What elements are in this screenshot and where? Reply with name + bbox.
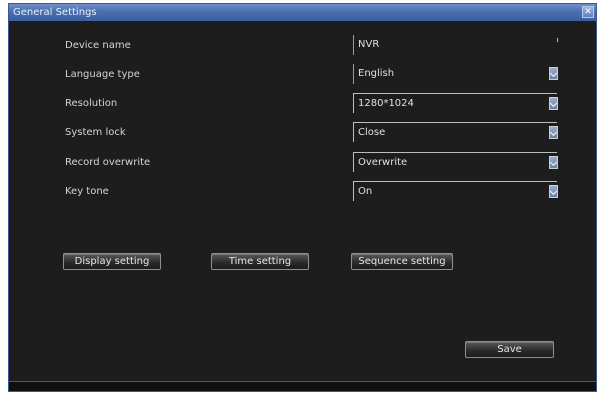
resolution-value: 1280*1024: [358, 98, 414, 109]
title-bar[interactable]: General Settings ✕: [9, 4, 596, 21]
resolution-label: Resolution: [65, 98, 118, 109]
system-lock-label: System lock: [65, 127, 126, 138]
device-name-label: Device name: [65, 40, 131, 51]
record-overwrite-value: Overwrite: [358, 157, 408, 168]
field-edge-mark: [557, 38, 558, 42]
time-setting-button[interactable]: Time setting: [211, 253, 309, 270]
save-button[interactable]: Save: [465, 341, 554, 358]
device-name-value: NVR: [358, 39, 380, 50]
chevron-down-icon[interactable]: [549, 67, 558, 80]
record-overwrite-select[interactable]: Overwrite: [353, 152, 558, 172]
general-settings-window: General Settings ✕ Device name NVR Langu…: [8, 3, 597, 392]
key-tone-value: On: [358, 186, 373, 197]
status-bar: [9, 381, 596, 391]
key-tone-select[interactable]: On: [353, 181, 558, 201]
chevron-down-icon[interactable]: [549, 156, 558, 169]
display-setting-button[interactable]: Display setting: [63, 253, 161, 270]
chevron-down-icon[interactable]: [549, 97, 558, 110]
close-icon[interactable]: ✕: [582, 6, 594, 18]
language-type-select[interactable]: English: [353, 64, 558, 84]
resolution-select[interactable]: 1280*1024: [353, 93, 558, 113]
language-type-value: English: [358, 68, 395, 79]
sequence-setting-button[interactable]: Sequence setting: [351, 253, 453, 270]
device-name-field[interactable]: NVR: [353, 35, 558, 55]
system-lock-value: Close: [358, 127, 386, 138]
record-overwrite-label: Record overwrite: [65, 157, 151, 168]
key-tone-label: Key tone: [65, 186, 109, 197]
chevron-down-icon[interactable]: [549, 126, 558, 139]
system-lock-select[interactable]: Close: [353, 122, 558, 142]
chevron-down-icon[interactable]: [549, 185, 558, 198]
window-title: General Settings: [13, 7, 97, 18]
language-type-label: Language type: [65, 69, 140, 80]
